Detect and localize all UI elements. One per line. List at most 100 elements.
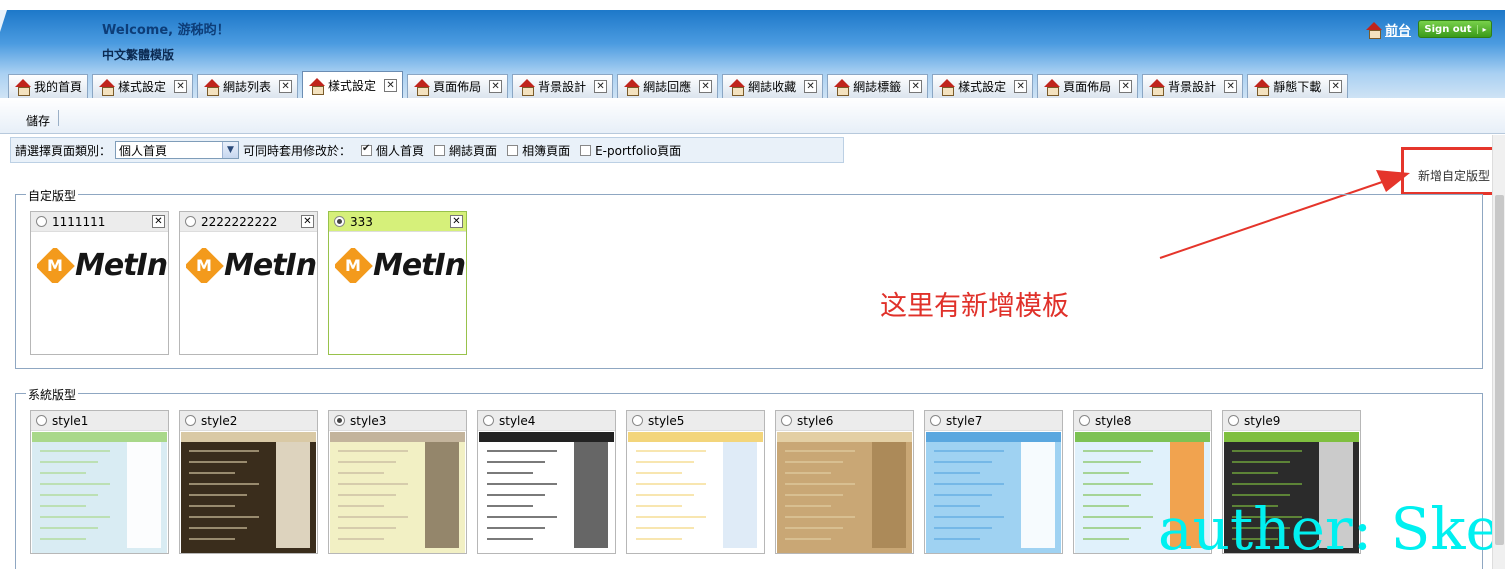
- template-radio[interactable]: [1079, 415, 1090, 426]
- template-name-label: style3: [350, 413, 387, 428]
- tab-item[interactable]: 樣式設定 ✕: [92, 74, 194, 98]
- template-radio[interactable]: [334, 216, 345, 227]
- preview-text-line: [785, 516, 855, 518]
- tab-item[interactable]: 網誌列表 ✕: [197, 74, 299, 98]
- close-icon[interactable]: ✕: [174, 80, 188, 93]
- template-card-header: style3: [329, 411, 466, 431]
- system-template-card[interactable]: style6: [775, 410, 914, 554]
- preview-text-line: [636, 527, 694, 529]
- preview-text-line: [1083, 472, 1129, 474]
- close-icon[interactable]: ✕: [1014, 80, 1028, 93]
- system-template-card[interactable]: style5: [626, 410, 765, 554]
- apply-checkbox[interactable]: [361, 143, 373, 156]
- template-radio[interactable]: [185, 216, 196, 227]
- template-radio[interactable]: [632, 415, 643, 426]
- system-template-card[interactable]: style7: [924, 410, 1063, 554]
- tab-item[interactable]: 背景設計 ✕: [1142, 74, 1244, 98]
- system-template-card[interactable]: style3: [328, 410, 467, 554]
- preview-text-line: [934, 494, 992, 496]
- apply-checkbox[interactable]: [434, 144, 446, 156]
- template-radio[interactable]: [930, 415, 941, 426]
- logo-diamond-icon: M: [37, 248, 75, 283]
- preview-text-line: [934, 505, 980, 507]
- apply-checkbox[interactable]: [507, 144, 519, 156]
- tab-item[interactable]: 我的首頁: [8, 74, 89, 98]
- preview-sidebar: [723, 440, 757, 548]
- tab-item[interactable]: 網誌收藏 ✕: [722, 74, 824, 98]
- preview-header-band: [330, 432, 465, 442]
- preview-text-line: [189, 516, 259, 518]
- custom-template-card[interactable]: 2222222222 ✕ M MetIn: [179, 211, 318, 355]
- tab-item[interactable]: 背景設計 ✕: [512, 74, 614, 98]
- close-icon[interactable]: ✕: [152, 215, 165, 228]
- system-template-card[interactable]: style1: [30, 410, 169, 554]
- close-icon[interactable]: ✕: [489, 80, 503, 93]
- template-card-header: 333 ✕: [329, 212, 466, 232]
- apply-checkbox[interactable]: [580, 144, 592, 156]
- preview-text-line: [636, 505, 682, 507]
- house-icon: [939, 79, 956, 96]
- template-name-label: style8: [1095, 413, 1132, 428]
- tab-item[interactable]: 網誌回應 ✕: [617, 74, 719, 98]
- preview-text-line: [189, 505, 235, 507]
- template-radio[interactable]: [185, 415, 196, 426]
- template-radio[interactable]: [483, 415, 494, 426]
- corner-decoration: [0, 10, 7, 32]
- custom-template-card[interactable]: 333 ✕ M MetIn: [328, 211, 467, 355]
- preview-text-line: [785, 505, 831, 507]
- template-radio[interactable]: [1228, 415, 1239, 426]
- tab-item[interactable]: 網誌標籤 ✕: [827, 74, 929, 98]
- annotation-text: 这里有新增模板: [880, 291, 1069, 322]
- system-template-card[interactable]: style2: [179, 410, 318, 554]
- tab-item[interactable]: 頁面佈局 ✕: [1037, 74, 1139, 98]
- preview-text-line: [934, 450, 1004, 452]
- filter-bar: 請選擇頁面類別： 個人首頁 ▼ 可同時套用修改於： 個人首頁 網誌頁面 相簿頁面 E-…: [10, 137, 844, 163]
- tab-item[interactable]: 靜態下載 ✕: [1247, 74, 1349, 98]
- template-radio[interactable]: [36, 216, 47, 227]
- home-link[interactable]: 前台: [1366, 20, 1411, 39]
- preview-text-line: [1083, 461, 1141, 463]
- close-icon[interactable]: ✕: [1329, 80, 1343, 93]
- save-button[interactable]: 儲存: [26, 112, 50, 129]
- preview-header-band: [479, 432, 614, 442]
- close-icon[interactable]: ✕: [804, 80, 818, 93]
- preview-text-line: [487, 483, 557, 485]
- template-name-label: 1111111: [52, 214, 106, 229]
- template-radio[interactable]: [334, 415, 345, 426]
- template-radio[interactable]: [781, 415, 792, 426]
- close-icon[interactable]: ✕: [301, 215, 314, 228]
- tab-item[interactable]: 頁面佈局 ✕: [407, 74, 509, 98]
- tab-label: 背景設計: [538, 80, 587, 94]
- close-icon[interactable]: ✕: [279, 80, 293, 93]
- template-radio[interactable]: [36, 415, 47, 426]
- preview-text-line: [338, 538, 384, 540]
- signout-button[interactable]: Sign out ▸: [1418, 20, 1492, 38]
- vertical-scrollbar[interactable]: [1492, 135, 1505, 569]
- close-icon[interactable]: ✕: [594, 80, 608, 93]
- preview-text-line: [1083, 494, 1141, 496]
- logo-text: MetIn: [373, 248, 466, 283]
- custom-section-legend: 自定版型: [26, 187, 79, 204]
- close-icon[interactable]: ✕: [1224, 80, 1238, 93]
- tab-item[interactable]: 樣式設定 ✕: [932, 74, 1034, 98]
- close-icon[interactable]: ✕: [1119, 80, 1133, 93]
- chevron-down-icon[interactable]: ▼: [222, 142, 239, 158]
- tab-item[interactable]: 樣式設定 ✕: [302, 71, 404, 98]
- page-type-select[interactable]: 個人首頁 ▼: [115, 141, 240, 159]
- dropdown-arrow-icon[interactable]: ▸: [1477, 24, 1491, 34]
- tab-label: 我的首頁: [34, 80, 83, 94]
- system-template-card[interactable]: style4: [477, 410, 616, 554]
- preview-sidebar: [1021, 440, 1055, 548]
- top-strip: [0, 0, 1505, 10]
- preview-text-line: [934, 483, 1004, 485]
- preview-text-line: [338, 516, 408, 518]
- close-icon[interactable]: ✕: [909, 80, 923, 93]
- close-icon[interactable]: ✕: [699, 80, 713, 93]
- custom-template-card[interactable]: 1111111 ✕ M MetIn: [30, 211, 169, 355]
- preview-text-line: [189, 538, 235, 540]
- close-icon[interactable]: ✕: [450, 215, 463, 228]
- scrollbar-thumb[interactable]: [1495, 195, 1504, 545]
- template-preview-image: [479, 432, 614, 553]
- house-icon: [624, 79, 641, 96]
- close-icon[interactable]: ✕: [384, 78, 398, 92]
